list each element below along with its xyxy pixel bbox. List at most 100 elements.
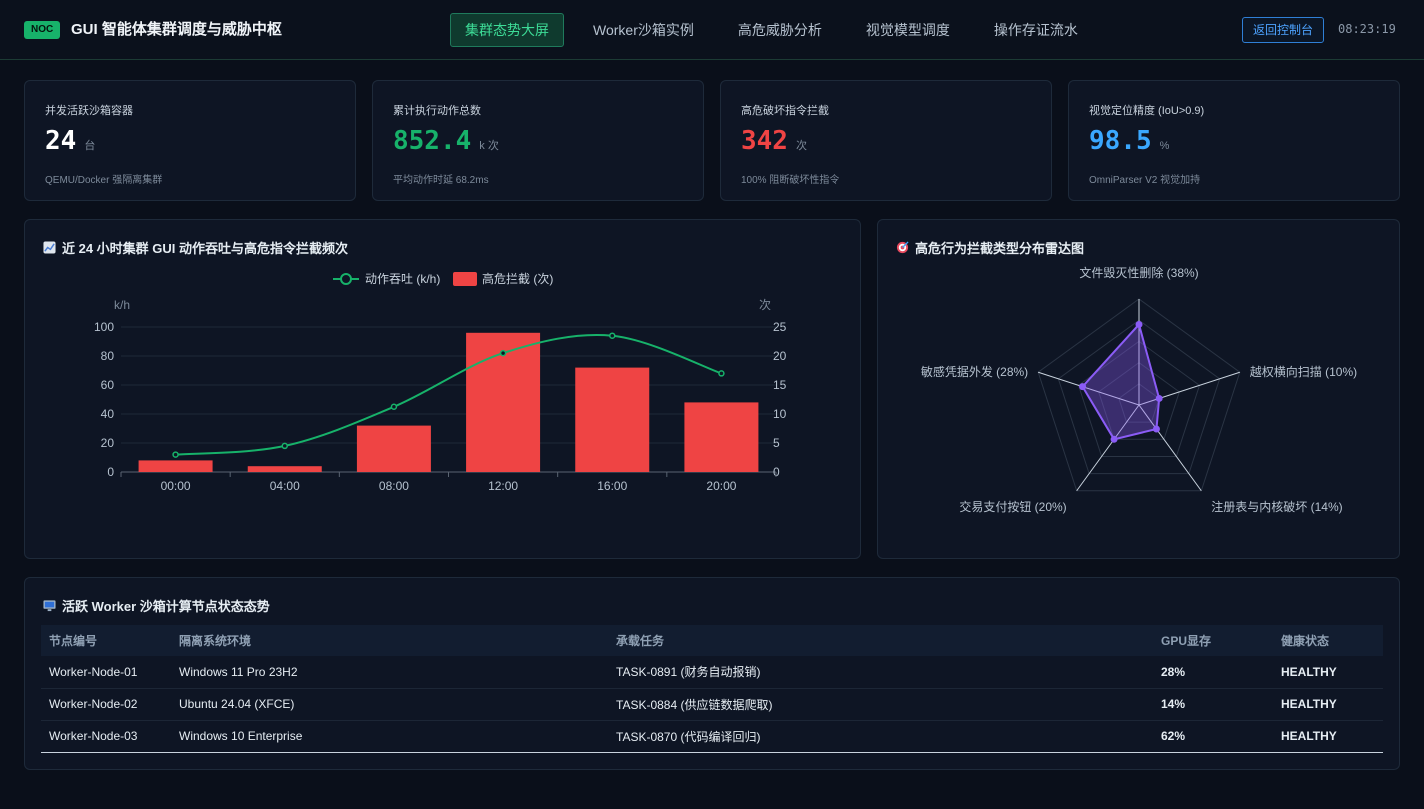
- chart-legend: 动作吞吐 (k/h) 高危拦截 (次): [333, 271, 553, 286]
- node-os: Windows 11 Pro 23H2: [171, 656, 608, 689]
- kpi-card-accuracy: 视觉定位精度 (IoU>0.9) 98.5% OmniParser V2 视觉加…: [1068, 80, 1400, 201]
- y2-tick-label: 25: [773, 320, 787, 334]
- bar: [356, 425, 431, 472]
- kpi-unit: k 次: [479, 140, 499, 152]
- main-nav: 集群态势大屏 Worker沙箱实例 高危威胁分析 视觉模型调度 操作存证流水: [450, 13, 1107, 47]
- tab-cluster-overview[interactable]: 集群态势大屏: [450, 13, 564, 47]
- node-task: TASK-0870 (代码编译回归): [608, 720, 1153, 753]
- bar: [247, 466, 322, 472]
- y-tick-label: 40: [101, 407, 115, 421]
- kpi-value: 852.4 k 次: [393, 126, 499, 156]
- node-os: Ubuntu 24.04 (XFCE): [171, 688, 608, 721]
- kpi-unit: 次: [795, 140, 807, 152]
- kpi-card-blocked: 高危破坏指令拦截 342 次 100% 阻断破坏性指令: [720, 80, 1052, 201]
- radar-axis-label: 交易支付按钮 (20%): [959, 499, 1066, 514]
- column-header: GPU显存: [1153, 625, 1273, 656]
- node-id: Worker-Node-01: [41, 656, 171, 689]
- radar-chart: 文件毁灭性删除 (38%) 越权横向扫描 (10%) 注册表与内核破坏 (14%) 交…: [921, 265, 1357, 514]
- y-tick-label: 80: [101, 349, 115, 363]
- status-badge: HEALTHY: [1273, 720, 1383, 753]
- radar-point: [1135, 320, 1143, 328]
- radar-point: [1110, 435, 1118, 443]
- y2-axis-label: 次: [759, 298, 771, 312]
- x-tick-label: 00:00: [161, 479, 191, 493]
- bar: [684, 402, 759, 472]
- table-row[interactable]: Worker-Node-01 Windows 11 Pro 23H2 TASK-…: [41, 656, 1383, 689]
- clock: 08:23:19: [1338, 22, 1396, 36]
- y-tick-label: 20: [101, 436, 115, 450]
- column-header: 节点编号: [41, 625, 171, 656]
- radar-axis-label: 敏感凭据外发 (28%): [921, 364, 1028, 379]
- radar-axis-label: 文件毁灭性删除 (38%): [1079, 265, 1198, 280]
- kpi-subtitle: OmniParser V2 视觉加持: [1089, 175, 1201, 186]
- kpi-value: 98.5%: [1089, 126, 1170, 156]
- column-header: 隔离系统环境: [171, 625, 608, 656]
- tab-threat-analysis[interactable]: 高危威胁分析: [723, 13, 837, 47]
- kpi-label: 并发活跃沙箱容器: [45, 105, 133, 117]
- tab-audit-log[interactable]: 操作存证流水: [979, 13, 1093, 47]
- kpi-label: 高危破坏指令拦截: [741, 105, 829, 117]
- legend-bar-swatch: [453, 272, 477, 286]
- table-row[interactable]: Worker-Node-02 Ubuntu 24.04 (XFCE) TASK-…: [41, 688, 1383, 721]
- x-tick-label: 08:00: [379, 479, 409, 493]
- status-badge: HEALTHY: [1273, 688, 1383, 721]
- kpi-subtitle: QEMU/Docker 强隔离集群: [45, 175, 163, 186]
- top-bar: NOC GUI 智能体集群调度与威胁中枢 集群态势大屏 Worker沙箱实例 高…: [0, 0, 1424, 60]
- legend-label: 高危拦截 (次): [482, 271, 553, 286]
- y2-tick-label: 5: [773, 436, 780, 450]
- y-tick-label: 100: [94, 320, 114, 334]
- kpi-label: 视觉定位精度 (IoU>0.9): [1089, 105, 1205, 117]
- bar: [138, 460, 213, 472]
- panel-title: 高危行为拦截类型分布雷达图: [896, 238, 1084, 257]
- kpi-value: 342 次: [741, 126, 807, 156]
- panel-title: 近 24 小时集群 GUI 动作吞吐与高危指令拦截频次: [43, 238, 348, 257]
- column-header: 健康状态: [1273, 625, 1383, 656]
- tab-worker-sandboxes[interactable]: Worker沙箱实例: [578, 13, 709, 47]
- tab-vision-scheduling[interactable]: 视觉模型调度: [851, 13, 965, 47]
- panel-title-text: 高危行为拦截类型分布雷达图: [915, 241, 1085, 256]
- x-tick-label: 12:00: [488, 479, 518, 493]
- kpi-card-actions: 累计执行动作总数 852.4 k 次 平均动作时延 68.2ms: [372, 80, 704, 201]
- node-os: Windows 10 Enterprise: [171, 720, 608, 753]
- noc-badge: NOC: [24, 21, 61, 39]
- node-gpu: 62%: [1153, 720, 1273, 753]
- y2-tick-label: 15: [773, 378, 787, 392]
- node-gpu: 28%: [1153, 656, 1273, 689]
- radar-area: [1081, 322, 1161, 441]
- kpi-value: 24 台: [45, 126, 96, 156]
- x-tick-label: 16:00: [597, 479, 627, 493]
- x-tick-label: 20:00: [706, 479, 736, 493]
- y2-tick-label: 20: [773, 349, 787, 363]
- x-tick-label: 04:00: [270, 479, 300, 493]
- kpi-subtitle: 平均动作时延 68.2ms: [393, 175, 489, 186]
- radar-point: [1079, 383, 1087, 391]
- kpi-card-sandboxes: 并发活跃沙箱容器 24 台 QEMU/Docker 强隔离集群: [24, 80, 356, 201]
- legend-label: 动作吞吐 (k/h): [365, 272, 440, 286]
- nodes-table: 节点编号 隔离系统环境 承载任务 GPU显存 健康状态 Worker-Node-…: [41, 625, 1383, 753]
- monitor-icon: [43, 600, 56, 612]
- node-task: TASK-0884 (供应链数据爬取): [608, 688, 1153, 721]
- line-point: [609, 332, 616, 339]
- throughput-panel: 近 24 小时集群 GUI 动作吞吐与高危指令拦截频次 动作吞吐 (k/h) 高危…: [24, 219, 861, 559]
- kpi-subtitle: 100% 阻断破坏性指令: [741, 175, 840, 186]
- nodes-panel: 活跃 Worker 沙箱计算节点状态态势 节点编号 隔离系统环境 承载任务 GP…: [24, 577, 1400, 770]
- node-gpu: 14%: [1153, 688, 1273, 721]
- kpi-label: 累计执行动作总数: [393, 105, 481, 117]
- line-point: [718, 370, 725, 377]
- table-header-row: 节点编号 隔离系统环境 承载任务 GPU显存 健康状态: [41, 625, 1383, 656]
- kpi-unit: 台: [84, 140, 96, 152]
- node-id: Worker-Node-02: [41, 688, 171, 721]
- column-header: 承载任务: [608, 625, 1153, 656]
- y2-tick-label: 10: [773, 407, 787, 421]
- back-to-console-button[interactable]: 返回控制台: [1242, 17, 1324, 43]
- node-id: Worker-Node-03: [41, 720, 171, 753]
- line-point: [281, 442, 288, 450]
- radar-point: [1155, 394, 1163, 402]
- line-point: [172, 451, 179, 458]
- app-title: GUI 智能体集群调度与威胁中枢: [71, 21, 282, 38]
- chart-trend-icon: [43, 241, 56, 254]
- panel-title: 活跃 Worker 沙箱计算节点状态态势: [43, 596, 270, 615]
- radar-axis-label: 越权横向扫描 (10%): [1250, 364, 1357, 379]
- legend-line-marker: [340, 273, 352, 285]
- table-row[interactable]: Worker-Node-03 Windows 10 Enterprise TAS…: [41, 720, 1383, 753]
